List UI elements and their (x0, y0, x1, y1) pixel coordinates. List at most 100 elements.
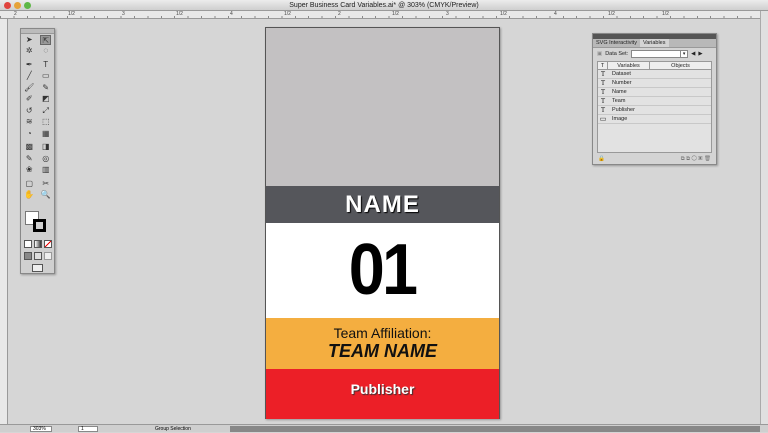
direct-selection-tool-icon[interactable]: ⇱ (40, 34, 52, 45)
horizontal-scrollbar[interactable] (230, 426, 760, 432)
blob-brush-tool-icon[interactable]: ✐ (24, 94, 35, 104)
variables-table: T Variables Objects T Dataset T Number T Name… (597, 61, 712, 153)
dataset-label: Data Set: (605, 51, 629, 57)
ruler-label: 1/2 (500, 11, 507, 17)
name-band[interactable]: NAME (266, 186, 499, 223)
ruler-label: 1/2 (284, 11, 291, 17)
gradient-tool-icon[interactable]: ◨ (40, 142, 51, 152)
magic-wand-tool-icon[interactable]: ✲ (24, 46, 35, 56)
tool-row: ◔ ▦ (21, 128, 54, 140)
page-field[interactable]: 1 (78, 426, 98, 432)
column-graph-tool-icon[interactable]: ▥ (40, 165, 51, 175)
hand-tool-icon[interactable]: ✋ (24, 190, 35, 200)
variable-row[interactable]: ▭ Image (598, 115, 711, 124)
stroke-swatch[interactable] (33, 219, 46, 232)
ruler-label: 1/2 (68, 11, 75, 17)
variable-name: Image (612, 116, 628, 122)
tool-row: ✐ ◩ (21, 94, 54, 106)
next-dataset-button[interactable]: ▶ (698, 51, 702, 57)
tool-row: ▩ ◨ (21, 142, 54, 154)
column-variables[interactable]: Variables (608, 62, 650, 69)
variable-name: Name (612, 89, 627, 95)
variable-name: Team (612, 98, 626, 104)
title-bar: Super Business Card Variables.ai* @ 303%… (0, 0, 768, 11)
tool-row: ✲ ◌ (21, 46, 54, 58)
free-transform-tool-icon[interactable]: ⬚ (40, 117, 51, 127)
ruler-label: 2 (338, 11, 341, 17)
type-column-icon[interactable]: T (598, 62, 608, 69)
mesh-tool-icon[interactable]: ▩ (24, 142, 35, 152)
line-tool-icon[interactable]: ╱ (24, 71, 35, 81)
business-card-artboard[interactable]: NAME 01 Team Affiliation: TEAM NAME Publ… (265, 27, 500, 419)
symbol-sprayer-tool-icon[interactable]: ❀ (24, 165, 35, 175)
variable-row[interactable]: T Name (598, 88, 711, 97)
selection-tool-icon[interactable]: ➤ (24, 35, 35, 45)
variable-row[interactable]: T Dataset (598, 70, 711, 79)
perspective-grid-tool-icon[interactable]: ▦ (40, 129, 51, 139)
shape-builder-tool-icon[interactable]: ◔ (24, 129, 35, 139)
lasso-tool-icon[interactable]: ◌ (40, 46, 51, 56)
number-text[interactable]: 01 (349, 223, 418, 318)
team-label[interactable]: Team Affiliation: (266, 325, 499, 341)
vertical-ruler[interactable] (0, 19, 8, 424)
zoom-field[interactable]: 303% (30, 426, 52, 432)
rectangle-tool-icon[interactable]: ▭ (40, 71, 51, 81)
number-band[interactable]: 01 (266, 223, 499, 318)
pen-tool-icon[interactable]: ✒ (24, 60, 35, 70)
blend-tool-icon[interactable]: ◎ (40, 154, 51, 164)
scale-tool-icon[interactable]: ⤢ (40, 106, 51, 116)
name-text[interactable]: NAME (345, 191, 420, 218)
variable-row[interactable]: T Team (598, 97, 711, 106)
tab-svg-interactivity[interactable]: SVG Interactivity (593, 39, 640, 47)
paintbrush-tool-icon[interactable]: 🖌 (24, 83, 35, 93)
draw-normal-button[interactable] (24, 252, 32, 260)
text-variable-icon: T (600, 97, 606, 105)
publisher-band[interactable]: Publisher (266, 369, 499, 419)
type-tool-icon[interactable]: T (40, 60, 51, 70)
warp-tool-icon[interactable]: ≋ (24, 117, 35, 127)
chevron-down-icon: ▾ (680, 51, 687, 57)
tool-row: ➤ ⇱ (21, 34, 54, 46)
draw-inside-button[interactable] (44, 252, 52, 260)
tab-variables[interactable]: Variables (639, 39, 669, 47)
draw-behind-button[interactable] (34, 252, 42, 260)
ruler-label: 1/2 (662, 11, 669, 17)
dataset-select[interactable]: ▾ (631, 50, 689, 58)
panel-footer-buttons[interactable]: ⧉ ⧉ ◯ ▣ 🗑 (681, 154, 711, 164)
variable-row[interactable]: T Number (598, 79, 711, 88)
screen-mode-button[interactable] (32, 264, 43, 272)
publisher-text[interactable]: Publisher (351, 381, 415, 397)
ruler-label: 1/2 (176, 11, 183, 17)
image-variable-icon: ▭ (599, 115, 607, 123)
eyedropper-tool-icon[interactable]: ✎ (24, 154, 35, 164)
none-mode-button[interactable] (44, 240, 52, 248)
previous-dataset-button[interactable]: ◀ (691, 51, 695, 57)
zoom-tool-icon[interactable]: 🔍 (40, 190, 51, 200)
tools-panel: ➤ ⇱ ✲ ◌ ✒ T ╱ ▭ 🖌 ✎ ✐ ◩ ↺ ⤢ ≋ ⬚ ◔ ▦ ▩ ◨ ✎ ◎ ❀ ▥ ▢ ✂ ✋ 🔍 (20, 28, 55, 274)
window-title: Super Business Card Variables.ai* @ 303%… (289, 2, 479, 9)
tool-row: ✎ ◎ (21, 153, 54, 165)
slice-tool-icon[interactable]: ✂ (40, 179, 51, 189)
rotate-tool-icon[interactable]: ↺ (24, 106, 35, 116)
lock-icon[interactable]: 🔒 (598, 154, 605, 164)
vertical-scrollbar[interactable] (760, 11, 768, 424)
horizontal-ruler[interactable]: 2 1/2 3 1/2 4 1/2 2 1/2 3 1/2 4 1/2 1/2 (0, 11, 760, 19)
color-mode-button[interactable] (24, 240, 32, 248)
eraser-tool-icon[interactable]: ◩ (40, 94, 51, 104)
team-band[interactable]: Team Affiliation: TEAM NAME (266, 318, 499, 369)
column-objects[interactable]: Objects (650, 62, 711, 69)
artboard-tool-icon[interactable]: ▢ (24, 179, 35, 189)
team-name-text[interactable]: TEAM NAME (266, 341, 499, 362)
zoom-button[interactable] (24, 2, 31, 9)
gradient-mode-button[interactable] (34, 240, 42, 248)
variables-panel: SVG Interactivity Variables ▣ Data Set: … (592, 33, 717, 165)
variable-row[interactable]: T Publisher (598, 106, 711, 115)
minimize-button[interactable] (14, 2, 21, 9)
dataset-camera-icon[interactable]: ▣ (597, 51, 602, 57)
text-variable-icon: T (600, 79, 606, 87)
pencil-tool-icon[interactable]: ✎ (40, 83, 51, 93)
close-button[interactable] (4, 2, 11, 9)
ruler-label: 1/2 (392, 11, 399, 17)
image-placeholder[interactable] (266, 28, 499, 186)
text-variable-icon: T (600, 106, 606, 114)
